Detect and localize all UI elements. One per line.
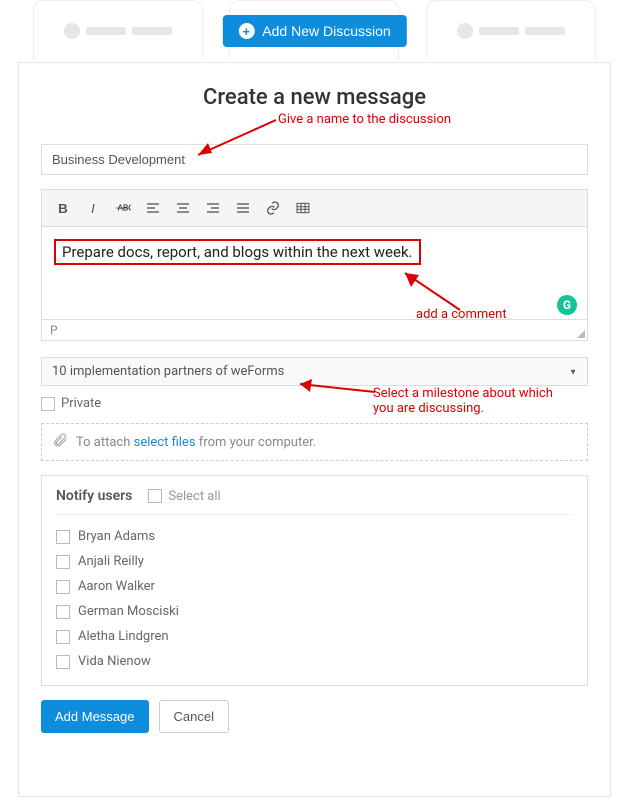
link-icon xyxy=(265,200,281,216)
user-checkbox[interactable] xyxy=(56,530,70,544)
link-button[interactable] xyxy=(260,196,286,220)
user-row: Anjali Reilly xyxy=(56,554,573,569)
attach-prefix: To attach xyxy=(76,435,130,450)
subject-input[interactable] xyxy=(41,144,588,175)
add-message-button[interactable]: Add Message xyxy=(41,700,149,733)
bold-button[interactable]: B xyxy=(50,196,76,220)
bg-tab xyxy=(33,0,203,60)
page-title: Create a new message xyxy=(41,85,588,110)
user-row: Aletha Lindgren xyxy=(56,629,573,644)
user-checkbox[interactable] xyxy=(56,555,70,569)
notify-title: Notify users xyxy=(56,488,132,504)
user-checkbox[interactable] xyxy=(56,605,70,619)
align-left-button[interactable] xyxy=(140,196,166,220)
select-all-label: Select all xyxy=(168,489,220,504)
user-row: Vida Nienow xyxy=(56,654,573,669)
private-checkbox[interactable] xyxy=(41,397,55,411)
select-all-checkbox[interactable] xyxy=(148,489,162,503)
strikethrough-button[interactable]: ABC xyxy=(110,196,136,220)
private-label: Private xyxy=(61,396,101,411)
align-right-button[interactable] xyxy=(200,196,226,220)
user-row: Aaron Walker xyxy=(56,579,573,594)
user-name-label: Aaron Walker xyxy=(78,579,155,594)
milestone-select[interactable]: 10 implementation partners of weForms xyxy=(41,357,588,386)
editor-status-bar: P xyxy=(42,319,587,340)
strikethrough-icon: ABC xyxy=(115,200,131,216)
table-icon xyxy=(295,200,311,216)
user-name-label: Vida Nienow xyxy=(78,654,151,669)
table-button[interactable] xyxy=(290,196,316,220)
grammarly-icon[interactable]: G xyxy=(557,295,577,315)
bg-tab xyxy=(426,0,596,60)
attach-suffix: from your computer. xyxy=(199,435,316,450)
editor-text-highlight: Prepare docs, report, and blogs within t… xyxy=(54,239,421,265)
user-checkbox[interactable] xyxy=(56,655,70,669)
user-checkbox[interactable] xyxy=(56,580,70,594)
notify-header: Notify users Select all xyxy=(56,488,573,515)
editor-toolbar: B I ABC xyxy=(42,190,587,227)
form-actions: Add Message Cancel xyxy=(41,700,588,733)
milestone-value: 10 implementation partners of weForms xyxy=(52,364,284,379)
user-row: Bryan Adams xyxy=(56,529,573,544)
attach-row: To attach select files from your compute… xyxy=(41,423,588,461)
add-new-discussion-button[interactable]: + Add New Discussion xyxy=(222,15,406,47)
rich-text-editor: B I ABC Prepare do xyxy=(41,189,588,341)
select-all-row: Select all xyxy=(148,489,220,504)
align-center-button[interactable] xyxy=(170,196,196,220)
plus-icon: + xyxy=(238,23,254,39)
select-files-link[interactable]: select files xyxy=(134,435,196,450)
align-right-icon xyxy=(205,200,221,216)
add-button-label: Add New Discussion xyxy=(262,23,390,39)
align-center-icon xyxy=(175,200,191,216)
users-list: Bryan Adams Anjali Reilly Aaron Walker Germ… xyxy=(56,515,573,669)
align-left-icon xyxy=(145,200,161,216)
align-justify-button[interactable] xyxy=(230,196,256,220)
user-checkbox[interactable] xyxy=(56,630,70,644)
user-name-label: German Mosciski xyxy=(78,604,179,619)
italic-button[interactable]: I xyxy=(80,196,106,220)
paperclip-icon xyxy=(52,432,68,452)
user-row: German Mosciski xyxy=(56,604,573,619)
user-name-label: Bryan Adams xyxy=(78,529,155,544)
resize-handle-icon[interactable] xyxy=(577,330,585,338)
notify-users-box: Notify users Select all Bryan Adams Anjal… xyxy=(41,475,588,686)
create-message-panel: Create a new message B I ABC xyxy=(18,62,611,797)
align-justify-icon xyxy=(235,200,251,216)
private-row: Private xyxy=(41,396,588,411)
user-name-label: Anjali Reilly xyxy=(78,554,144,569)
user-name-label: Aletha Lindgren xyxy=(78,629,169,644)
editor-element-path: P xyxy=(50,323,58,337)
cancel-button[interactable]: Cancel xyxy=(159,700,229,733)
editor-body[interactable]: Prepare docs, report, and blogs within t… xyxy=(42,227,587,319)
